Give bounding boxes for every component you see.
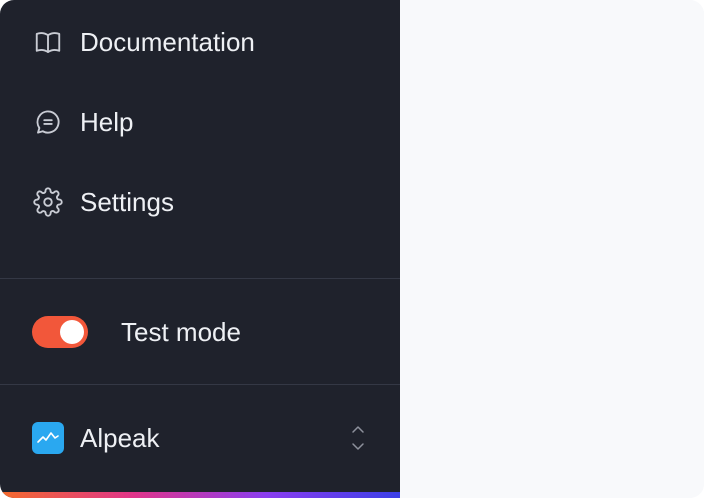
mountain-logo-icon (32, 422, 64, 454)
sidebar-item-label: Documentation (80, 26, 255, 57)
test-mode-row: Test mode (32, 312, 241, 352)
app-window: Documentation Help Settings Test mode Al… (0, 0, 704, 498)
divider (0, 278, 400, 279)
sidebar-item-label: Settings (80, 186, 174, 217)
test-mode-toggle[interactable] (32, 316, 88, 348)
test-mode-label: Test mode (121, 316, 241, 347)
divider (0, 384, 400, 385)
sidebar: Documentation Help Settings Test mode Al… (0, 0, 400, 498)
sidebar-item-help[interactable]: Help (32, 102, 133, 142)
book-open-icon (32, 26, 64, 58)
main-content-area (400, 0, 704, 498)
workspace-switcher[interactable]: Alpeak (32, 418, 368, 458)
gear-icon (32, 186, 64, 218)
toggle-knob (60, 320, 84, 344)
sidebar-item-label: Help (80, 106, 134, 137)
workspace-name: Alpeak (80, 422, 160, 453)
chat-bubble-icon (32, 106, 64, 138)
chevrons-up-down-icon (348, 423, 368, 453)
sidebar-item-documentation[interactable]: Documentation (32, 22, 255, 62)
accent-gradient-bar (0, 492, 400, 498)
sidebar-item-settings[interactable]: Settings (32, 182, 174, 222)
